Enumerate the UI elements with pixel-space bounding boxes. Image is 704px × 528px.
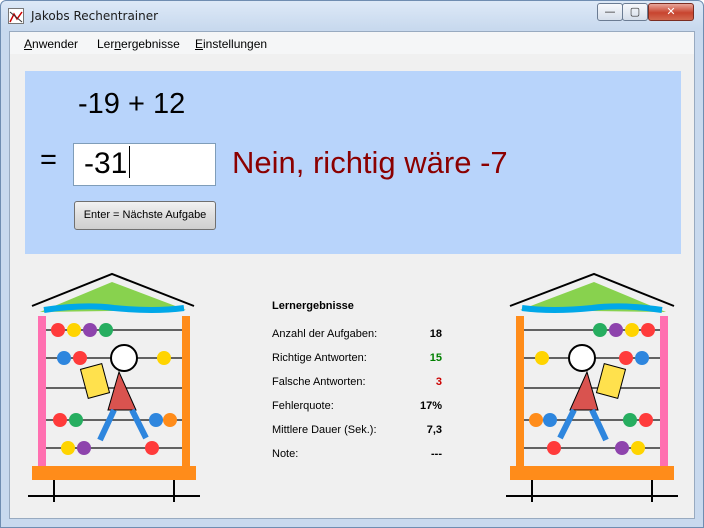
window-title: Jakobs Rechentrainer: [31, 9, 159, 23]
result-label: Richtige Antworten:: [272, 352, 367, 364]
results-panel: Lernergebnisse Anzahl der Aufgaben: 18 R…: [272, 300, 442, 472]
result-value: 3: [435, 376, 442, 388]
exercise-panel: -19 + 12 = -31 Nein, richtig wäre -7 Ent…: [25, 71, 681, 254]
title-bar[interactable]: Jakobs Rechentrainer — ▢ ✕: [1, 1, 703, 31]
answer-value: -31: [84, 147, 128, 180]
menu-anwender[interactable]: Anwender: [24, 37, 78, 51]
result-row-correct: Richtige Antworten: 15: [272, 352, 442, 376]
abacus-illustration-left: [28, 272, 200, 502]
result-row-grade: Note: ---: [272, 448, 442, 472]
result-row-wrong: Falsche Antworten: 3: [272, 376, 442, 400]
result-label: Mittlere Dauer (Sek.):: [272, 424, 377, 436]
menu-lernergebnisse-label-a: Ler: [97, 37, 115, 51]
results-title: Lernergebnisse: [272, 300, 354, 312]
client-area: Anwender Lernergebnisse Einstellungen -1…: [9, 31, 695, 519]
result-value: 15: [429, 352, 442, 364]
abacus-illustration-right: [506, 272, 678, 502]
result-label: Fehlerquote:: [272, 400, 334, 412]
result-value: 18: [429, 328, 442, 340]
result-label: Anzahl der Aufgaben:: [272, 328, 378, 340]
maximize-button[interactable]: ▢: [622, 3, 648, 21]
result-value: ---: [431, 448, 442, 460]
result-label: Note:: [272, 448, 299, 460]
text-caret: [129, 146, 131, 178]
menu-lernergebnisse-label-b: ergebnisse: [121, 37, 180, 51]
result-label: Falsche Antworten:: [272, 376, 366, 388]
problem-text: -19 + 12: [78, 88, 186, 120]
menu-lernergebnisse[interactable]: Lernergebnisse: [97, 37, 180, 51]
result-value: 7,3: [426, 424, 442, 436]
menu-einstellungen[interactable]: Einstellungen: [195, 37, 267, 51]
result-value: 17%: [419, 400, 442, 412]
menu-anwender-mnemonic: A: [24, 37, 33, 51]
app-icon[interactable]: [8, 8, 24, 24]
menu-einstellungen-mnemonic: E: [195, 37, 204, 51]
result-row-total: Anzahl der Aufgaben: 18: [272, 328, 442, 352]
menu-bar: Anwender Lernergebnisse Einstellungen: [10, 32, 694, 54]
close-button[interactable]: ✕: [648, 3, 694, 21]
menu-einstellungen-label: instellungen: [203, 37, 268, 51]
answer-input[interactable]: -31: [73, 143, 216, 186]
menu-anwender-label: nwender: [32, 37, 79, 51]
result-row-error-rate: Fehlerquote: 17%: [272, 400, 442, 424]
equals-sign: =: [40, 144, 57, 176]
feedback-message: Nein, richtig wäre -7: [232, 145, 508, 180]
app-window: Jakobs Rechentrainer — ▢ ✕ Anwender Lern…: [0, 0, 704, 528]
result-row-duration: Mittlere Dauer (Sek.): 7,3: [272, 424, 442, 448]
minimize-button[interactable]: —: [597, 3, 623, 21]
next-task-button[interactable]: Enter = Nächste Aufgabe: [74, 201, 216, 230]
